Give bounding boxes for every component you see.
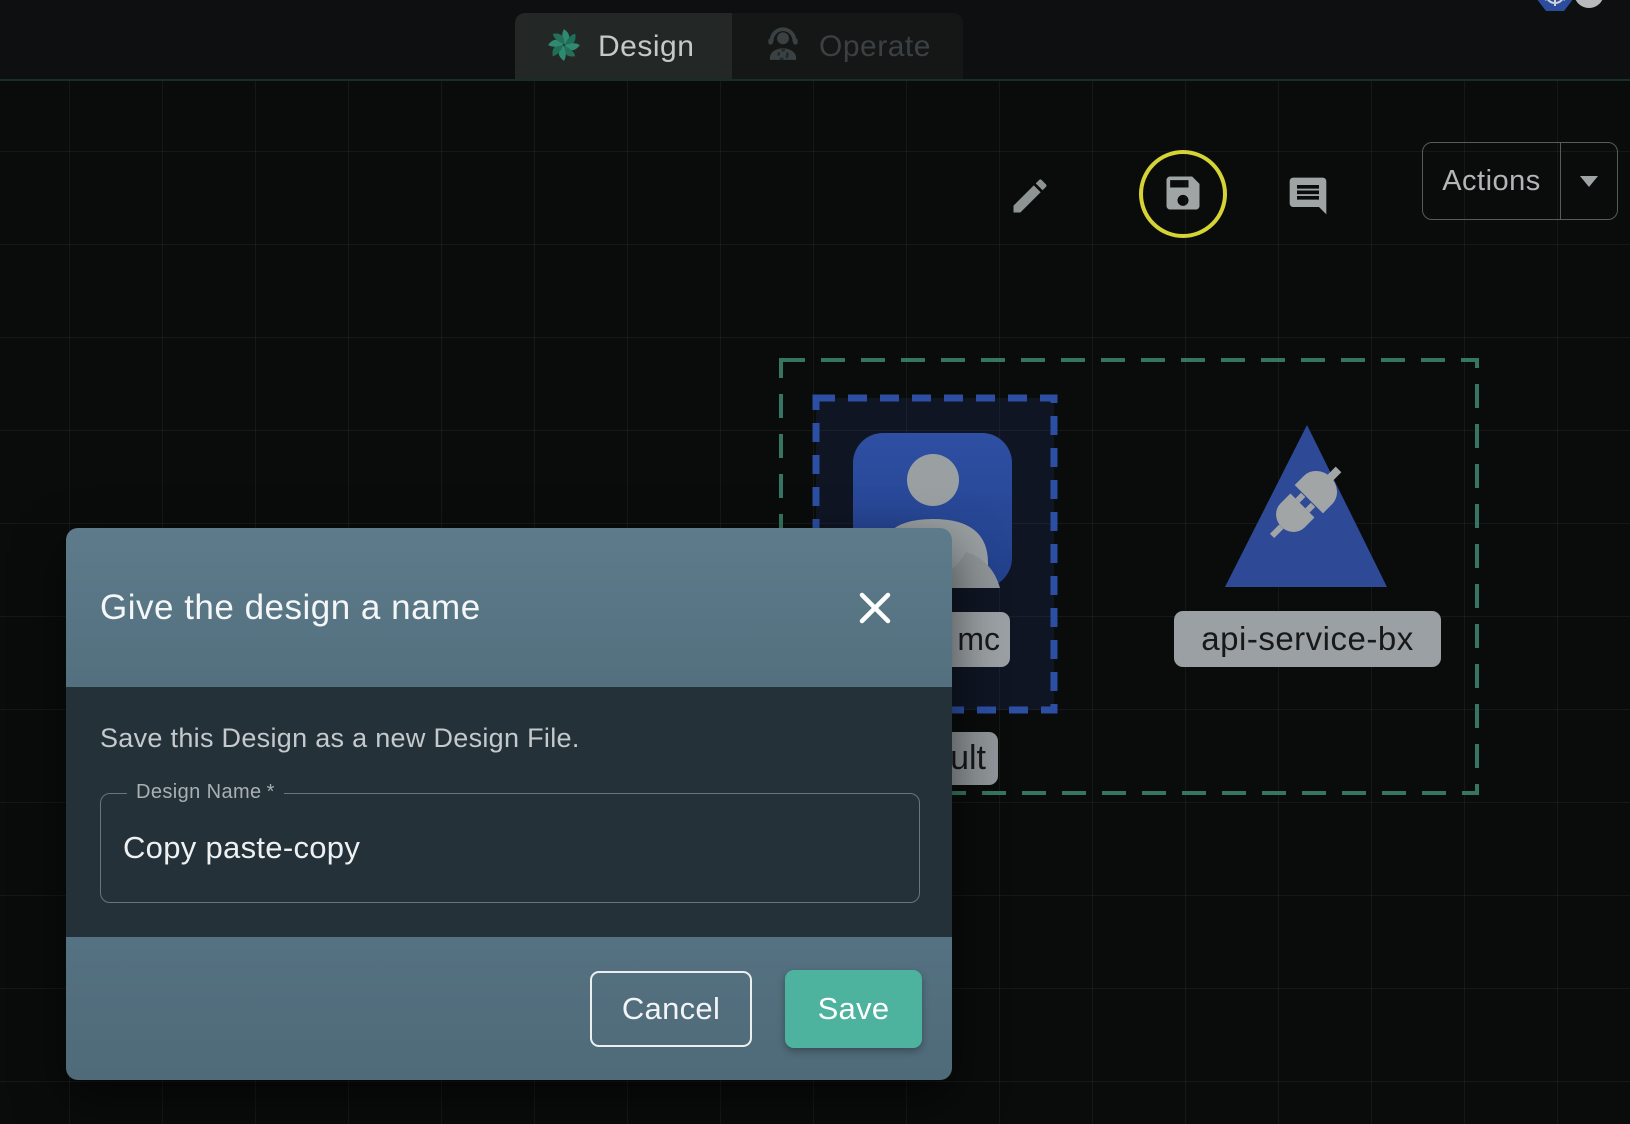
- node-label-api-text: api-service-bx: [1201, 620, 1413, 657]
- tab-operate-label: Operate: [819, 30, 931, 64]
- modal-description: Save this Design as a new Design File.: [100, 723, 580, 754]
- save-icon: [1161, 171, 1205, 218]
- edit-icon: [1008, 206, 1052, 221]
- mode-tabs: Design Operate: [515, 13, 963, 81]
- save-toolbar-button[interactable]: [1139, 150, 1227, 238]
- save-design-modal: Give the design a name Save this Design …: [66, 528, 952, 1080]
- node-label-user-text: mc: [957, 621, 1000, 657]
- node-label-api-service[interactable]: api-service-bx: [1174, 611, 1441, 667]
- kubernetes-logo[interactable]: [1532, 0, 1580, 18]
- meshery-logo-icon: [545, 26, 583, 69]
- tab-design-label: Design: [598, 30, 694, 64]
- node-label-hidden-text: ult: [950, 739, 986, 777]
- design-name-input[interactable]: [101, 794, 919, 902]
- save-button[interactable]: Save: [785, 970, 922, 1048]
- actions-button[interactable]: Actions: [1422, 142, 1618, 220]
- top-bar: Design Operate: [0, 0, 1630, 81]
- design-app-screen: Design Operate: [0, 0, 1630, 1124]
- modal-footer: Cancel Save: [66, 937, 952, 1080]
- close-icon[interactable]: [853, 586, 897, 630]
- operate-headset-icon: [762, 24, 804, 71]
- actions-button-label: Actions: [1423, 143, 1560, 219]
- tab-operate[interactable]: Operate: [732, 13, 963, 81]
- tab-design[interactable]: Design: [515, 13, 732, 81]
- chevron-down-icon[interactable]: [1561, 143, 1617, 219]
- comment-icon: [1286, 206, 1330, 221]
- modal-title: Give the design a name: [100, 588, 481, 628]
- design-name-field: Design Name*: [100, 793, 920, 903]
- modal-header: Give the design a name: [66, 528, 952, 687]
- cancel-button[interactable]: Cancel: [590, 971, 752, 1047]
- comment-button[interactable]: [1286, 174, 1330, 218]
- plug-icon: [1225, 425, 1387, 587]
- modal-body: Save this Design as a new Design File. D…: [66, 687, 952, 937]
- edit-button[interactable]: [1008, 174, 1052, 218]
